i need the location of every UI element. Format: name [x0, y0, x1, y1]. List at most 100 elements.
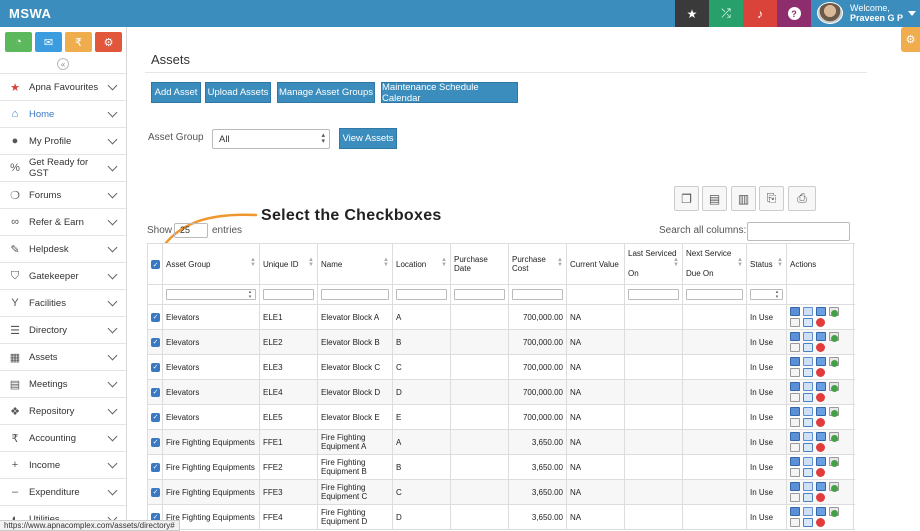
dashboard-quick-button[interactable]: ◔ [5, 32, 32, 52]
row-checkbox[interactable]: ✓ [151, 487, 160, 497]
calendar-icon[interactable] [816, 457, 826, 466]
edit-icon[interactable] [803, 432, 813, 441]
unique-id-cell[interactable]: FFE2 [259, 454, 318, 480]
row-checkbox[interactable]: ✓ [151, 362, 160, 372]
col-current-value[interactable]: Current Value [566, 243, 625, 285]
view-icon[interactable] [790, 407, 800, 416]
purchase-date-filter[interactable] [454, 289, 505, 300]
sidebar-item-apna-favourites[interactable]: ★ Apna Favourites [0, 73, 126, 100]
sidebar-item-gatekeeper[interactable]: ⛉ Gatekeeper [0, 262, 126, 289]
edit-icon[interactable] [803, 382, 813, 391]
calendar-icon[interactable] [816, 307, 826, 316]
view-icon[interactable] [790, 432, 800, 441]
sidebar-item-forums[interactable]: ❍ Forums [0, 181, 126, 208]
unique-id-cell[interactable]: ELE5 [259, 404, 318, 430]
unique-id-cell[interactable]: FFE1 [259, 429, 318, 455]
name-filter[interactable] [321, 289, 389, 300]
help-button[interactable]: ? [777, 0, 811, 27]
delete-icon[interactable] [816, 368, 825, 377]
view-icon[interactable] [790, 382, 800, 391]
calendar-icon[interactable] [816, 507, 826, 516]
sidebar-item-facilities[interactable]: Y Facilities [0, 289, 126, 316]
view-icon[interactable] [790, 457, 800, 466]
row-checkbox[interactable]: ✓ [151, 462, 160, 472]
schedule-icon[interactable] [803, 393, 813, 402]
brand-logo[interactable]: MSWA [9, 6, 51, 21]
delete-icon[interactable] [816, 418, 825, 427]
unique-id-filter[interactable] [263, 289, 314, 300]
calendar-icon[interactable] [816, 332, 826, 341]
document-icon[interactable] [790, 393, 800, 402]
export-copy-button[interactable]: ❐ [674, 186, 699, 211]
rupee-quick-button[interactable]: ₹ [65, 32, 92, 52]
schedule-icon[interactable] [803, 518, 813, 527]
unique-id-cell[interactable]: FFE3 [259, 479, 318, 505]
delete-icon[interactable] [816, 518, 825, 527]
add-service-icon[interactable] [831, 310, 838, 317]
schedule-icon[interactable] [803, 368, 813, 377]
view-icon[interactable] [790, 482, 800, 491]
add-service-icon[interactable] [831, 335, 838, 342]
document-icon[interactable] [790, 343, 800, 352]
select-all-checkbox[interactable]: ✓ [151, 259, 160, 269]
export-csv-button[interactable]: ▤ [702, 186, 727, 211]
view-icon[interactable] [790, 332, 800, 341]
export-pdf-button[interactable]: ⎘ [759, 186, 784, 211]
edit-icon[interactable] [803, 357, 813, 366]
unique-id-cell[interactable]: ELE3 [259, 354, 318, 380]
sidebar-item-assets[interactable]: ▦ Assets [0, 343, 126, 370]
add-service-icon[interactable] [831, 410, 838, 417]
last-serviced-filter[interactable] [628, 289, 679, 300]
sidebar-item-helpdesk[interactable]: ✎ Helpdesk [0, 235, 126, 262]
delete-icon[interactable] [816, 343, 825, 352]
chat-quick-button[interactable]: ✉ [35, 32, 62, 52]
row-checkbox[interactable]: ✓ [151, 312, 160, 322]
collapse-sidebar-button[interactable]: « [57, 58, 69, 70]
asset-group-select[interactable]: All ▴ ▾ [212, 129, 330, 149]
settings-panel-toggle[interactable]: ⚙ [901, 27, 920, 52]
sidebar-item-my-profile[interactable]: ● My Profile [0, 127, 126, 154]
sidebar-item-repository[interactable]: ❖ Repository [0, 397, 126, 424]
add-service-icon[interactable] [831, 385, 838, 392]
col-purchase-cost[interactable]: Purchase Cost ▲ ▼ [508, 243, 567, 285]
manage-asset-groups-button[interactable]: Manage Asset Groups [277, 82, 375, 103]
star-button[interactable]: ★ [675, 0, 709, 27]
col-next-service[interactable]: Next Service Due On ▲ ▼ [682, 243, 747, 285]
col-purchase-date[interactable]: Purchase Date [450, 243, 509, 285]
calendar-icon[interactable] [816, 357, 826, 366]
calendar-icon[interactable] [816, 407, 826, 416]
col-unique-id[interactable]: Unique ID ▲ ▼ [259, 243, 318, 285]
col-asset-group[interactable]: Asset Group ▲ ▼ [162, 243, 260, 285]
status-filter[interactable] [750, 289, 783, 300]
edit-icon[interactable] [803, 457, 813, 466]
col-status[interactable]: Status ▲ ▼ [746, 243, 787, 285]
entries-select[interactable]: 25 [174, 223, 208, 238]
row-checkbox[interactable]: ✓ [151, 337, 160, 347]
location-filter[interactable] [396, 289, 447, 300]
calendar-icon[interactable] [816, 482, 826, 491]
search-input[interactable] [747, 222, 850, 241]
edit-icon[interactable] [803, 307, 813, 316]
col-last-serviced[interactable]: Last Serviced On ▲ ▼ [624, 243, 683, 285]
col-location[interactable]: Location ▲ ▼ [392, 243, 451, 285]
sidebar-item-expenditure[interactable]: – Expenditure [0, 478, 126, 505]
col-name[interactable]: Name ▲ ▼ [317, 243, 393, 285]
upload-assets-button[interactable]: Upload Assets [205, 82, 271, 103]
sidebar-item-home[interactable]: ⌂ Home [0, 100, 126, 127]
schedule-icon[interactable] [803, 343, 813, 352]
asset-group-filter[interactable] [166, 289, 256, 300]
edit-icon[interactable] [803, 407, 813, 416]
next-service-filter[interactable] [686, 289, 743, 300]
edit-icon[interactable] [803, 482, 813, 491]
document-icon[interactable] [790, 493, 800, 502]
delete-icon[interactable] [816, 493, 825, 502]
schedule-icon[interactable] [803, 443, 813, 452]
add-service-icon[interactable] [831, 435, 838, 442]
delete-icon[interactable] [816, 443, 825, 452]
row-checkbox[interactable]: ✓ [151, 387, 160, 397]
unique-id-cell[interactable]: FFE4 [259, 504, 318, 530]
document-icon[interactable] [790, 418, 800, 427]
unique-id-cell[interactable]: ELE2 [259, 329, 318, 355]
calendar-icon[interactable] [816, 432, 826, 441]
sidebar-item-income[interactable]: + Income [0, 451, 126, 478]
